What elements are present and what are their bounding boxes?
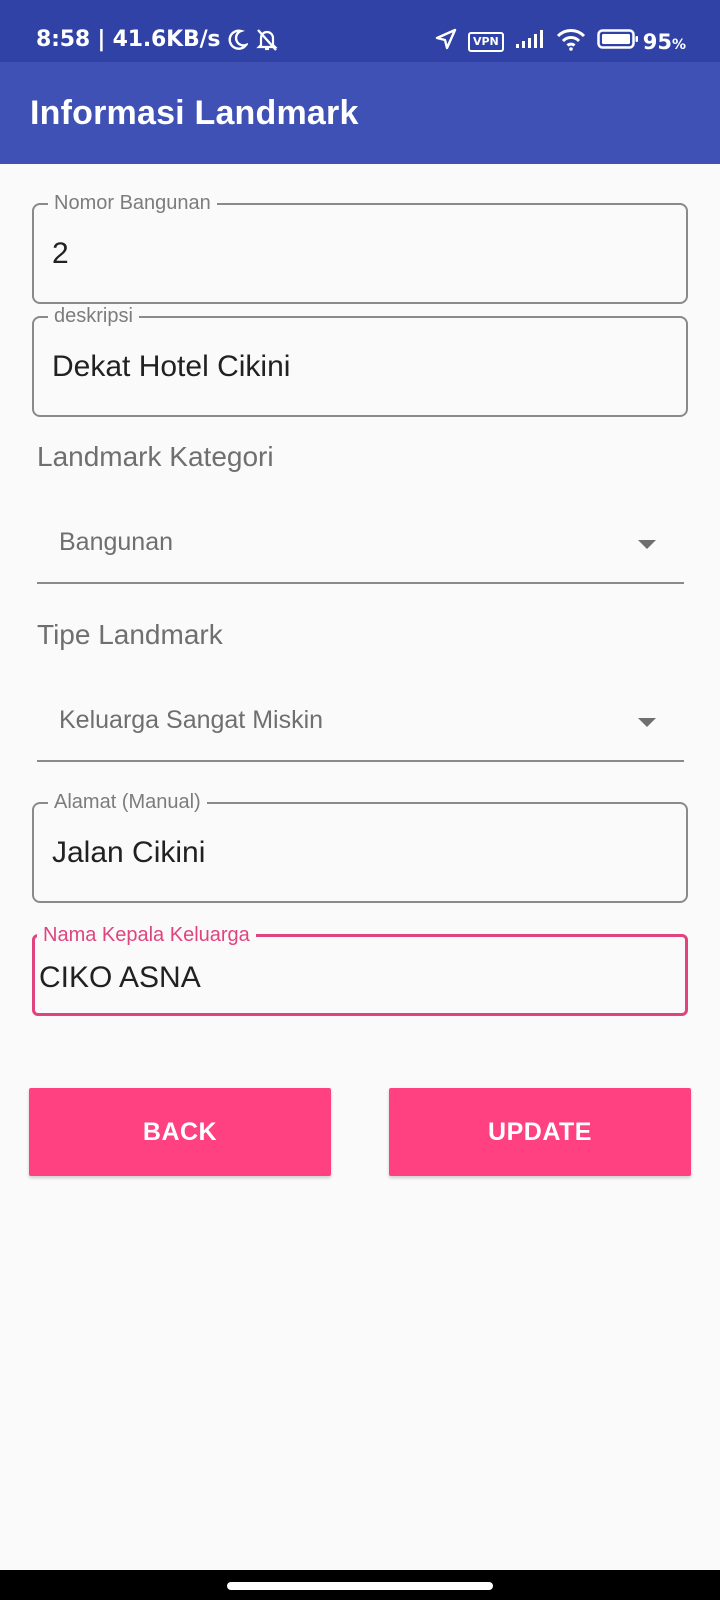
alamat-value: Jalan Cikini [52, 836, 206, 869]
nomor-bangunan-label: Nomor Bangunan [48, 191, 217, 215]
alamat-label: Alamat (Manual) [48, 790, 207, 814]
tipe-landmark-selected: Keluarga Sangat Miskin [59, 706, 324, 734]
status-left: 8:58 | 41.6KB/s [36, 27, 278, 52]
tipe-landmark-spinner[interactable]: Keluarga Sangat Miskin [37, 692, 684, 762]
dropdown-arrow-icon [638, 540, 656, 549]
deskripsi-label: deskripsi [48, 304, 139, 328]
moon-icon [228, 29, 249, 51]
page-title: Informasi Landmark [30, 94, 359, 132]
home-gesture-handle[interactable] [227, 1582, 493, 1590]
vpn-badge: VPN [467, 32, 504, 52]
deskripsi-value: Dekat Hotel Cikini [52, 350, 291, 383]
bell-off-icon [256, 28, 278, 52]
alamat-field[interactable]: Alamat (Manual) Jalan Cikini [32, 790, 688, 903]
tipe-landmark-label: Tipe Landmark [37, 619, 223, 650]
nama-kepala-keluarga-label: Nama Kepala Keluarga [37, 923, 256, 947]
landmark-kategori-label: Landmark Kategori [37, 441, 274, 472]
nomor-bangunan-field[interactable]: Nomor Bangunan 2 [32, 191, 688, 304]
nomor-bangunan-value: 2 [52, 237, 69, 270]
battery-icon [596, 28, 639, 56]
nama-kepala-keluarga-field[interactable]: Nama Kepala Keluarga CIKO ASNA [32, 923, 688, 1016]
nama-kepala-keluarga-value: CIKO ASNA [39, 961, 201, 994]
battery-percent: 95% [643, 30, 686, 54]
status-right: VPN 95% [435, 27, 686, 57]
app-bar: Informasi Landmark [0, 62, 720, 164]
location-arrow-icon [435, 28, 457, 56]
battery-percent-value: 95 [642, 30, 672, 54]
landmark-kategori-spinner[interactable]: Bangunan [37, 514, 684, 584]
navigation-bar [0, 1570, 720, 1600]
wifi-icon [556, 27, 586, 57]
landmark-kategori-selected: Bangunan [59, 528, 174, 556]
battery-percent-unit: % [671, 37, 686, 53]
status-bar: 8:58 | 41.6KB/s VPN 95% [0, 0, 720, 62]
deskripsi-field[interactable]: deskripsi Dekat Hotel Cikini [32, 304, 688, 417]
battery-indicator: 95% [596, 28, 686, 56]
signal-icon [515, 29, 545, 55]
status-time-speed: 8:58 | 41.6KB/s [36, 27, 221, 52]
update-button[interactable]: UPDATE [389, 1088, 691, 1176]
dropdown-arrow-icon [638, 718, 656, 727]
back-button[interactable]: BACK [29, 1088, 331, 1176]
